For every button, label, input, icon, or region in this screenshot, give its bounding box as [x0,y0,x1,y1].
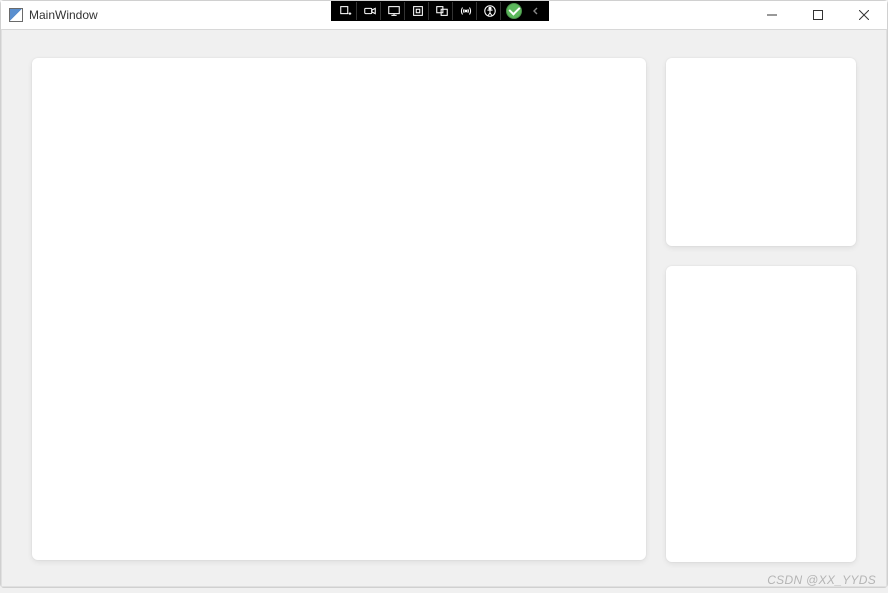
broadcast-icon[interactable] [455,2,477,20]
app-icon [9,8,23,22]
maximize-button[interactable] [795,1,841,29]
window-controls [749,1,887,29]
main-window: MainWindow [0,0,888,588]
watermark: CSDN @XX_YYDS [767,573,876,587]
client-area [1,29,887,587]
titlebar[interactable]: MainWindow [1,1,887,29]
side-panel-top [666,58,856,246]
titlebar-left: MainWindow [1,8,98,22]
select-icon[interactable] [407,2,429,20]
window-title: MainWindow [29,8,98,22]
group-icon[interactable] [431,2,453,20]
present-icon[interactable] [383,2,405,20]
accessibility-icon[interactable] [479,2,501,20]
main-panel [32,58,646,560]
camera-icon[interactable] [359,2,381,20]
close-button[interactable] [841,1,887,29]
add-icon[interactable] [335,2,357,20]
side-panel-bottom [666,266,856,562]
chevron-left-icon[interactable] [527,3,545,19]
check-icon[interactable] [503,2,525,20]
overlay-toolbar [331,1,549,21]
minimize-button[interactable] [749,1,795,29]
side-column [666,58,856,562]
